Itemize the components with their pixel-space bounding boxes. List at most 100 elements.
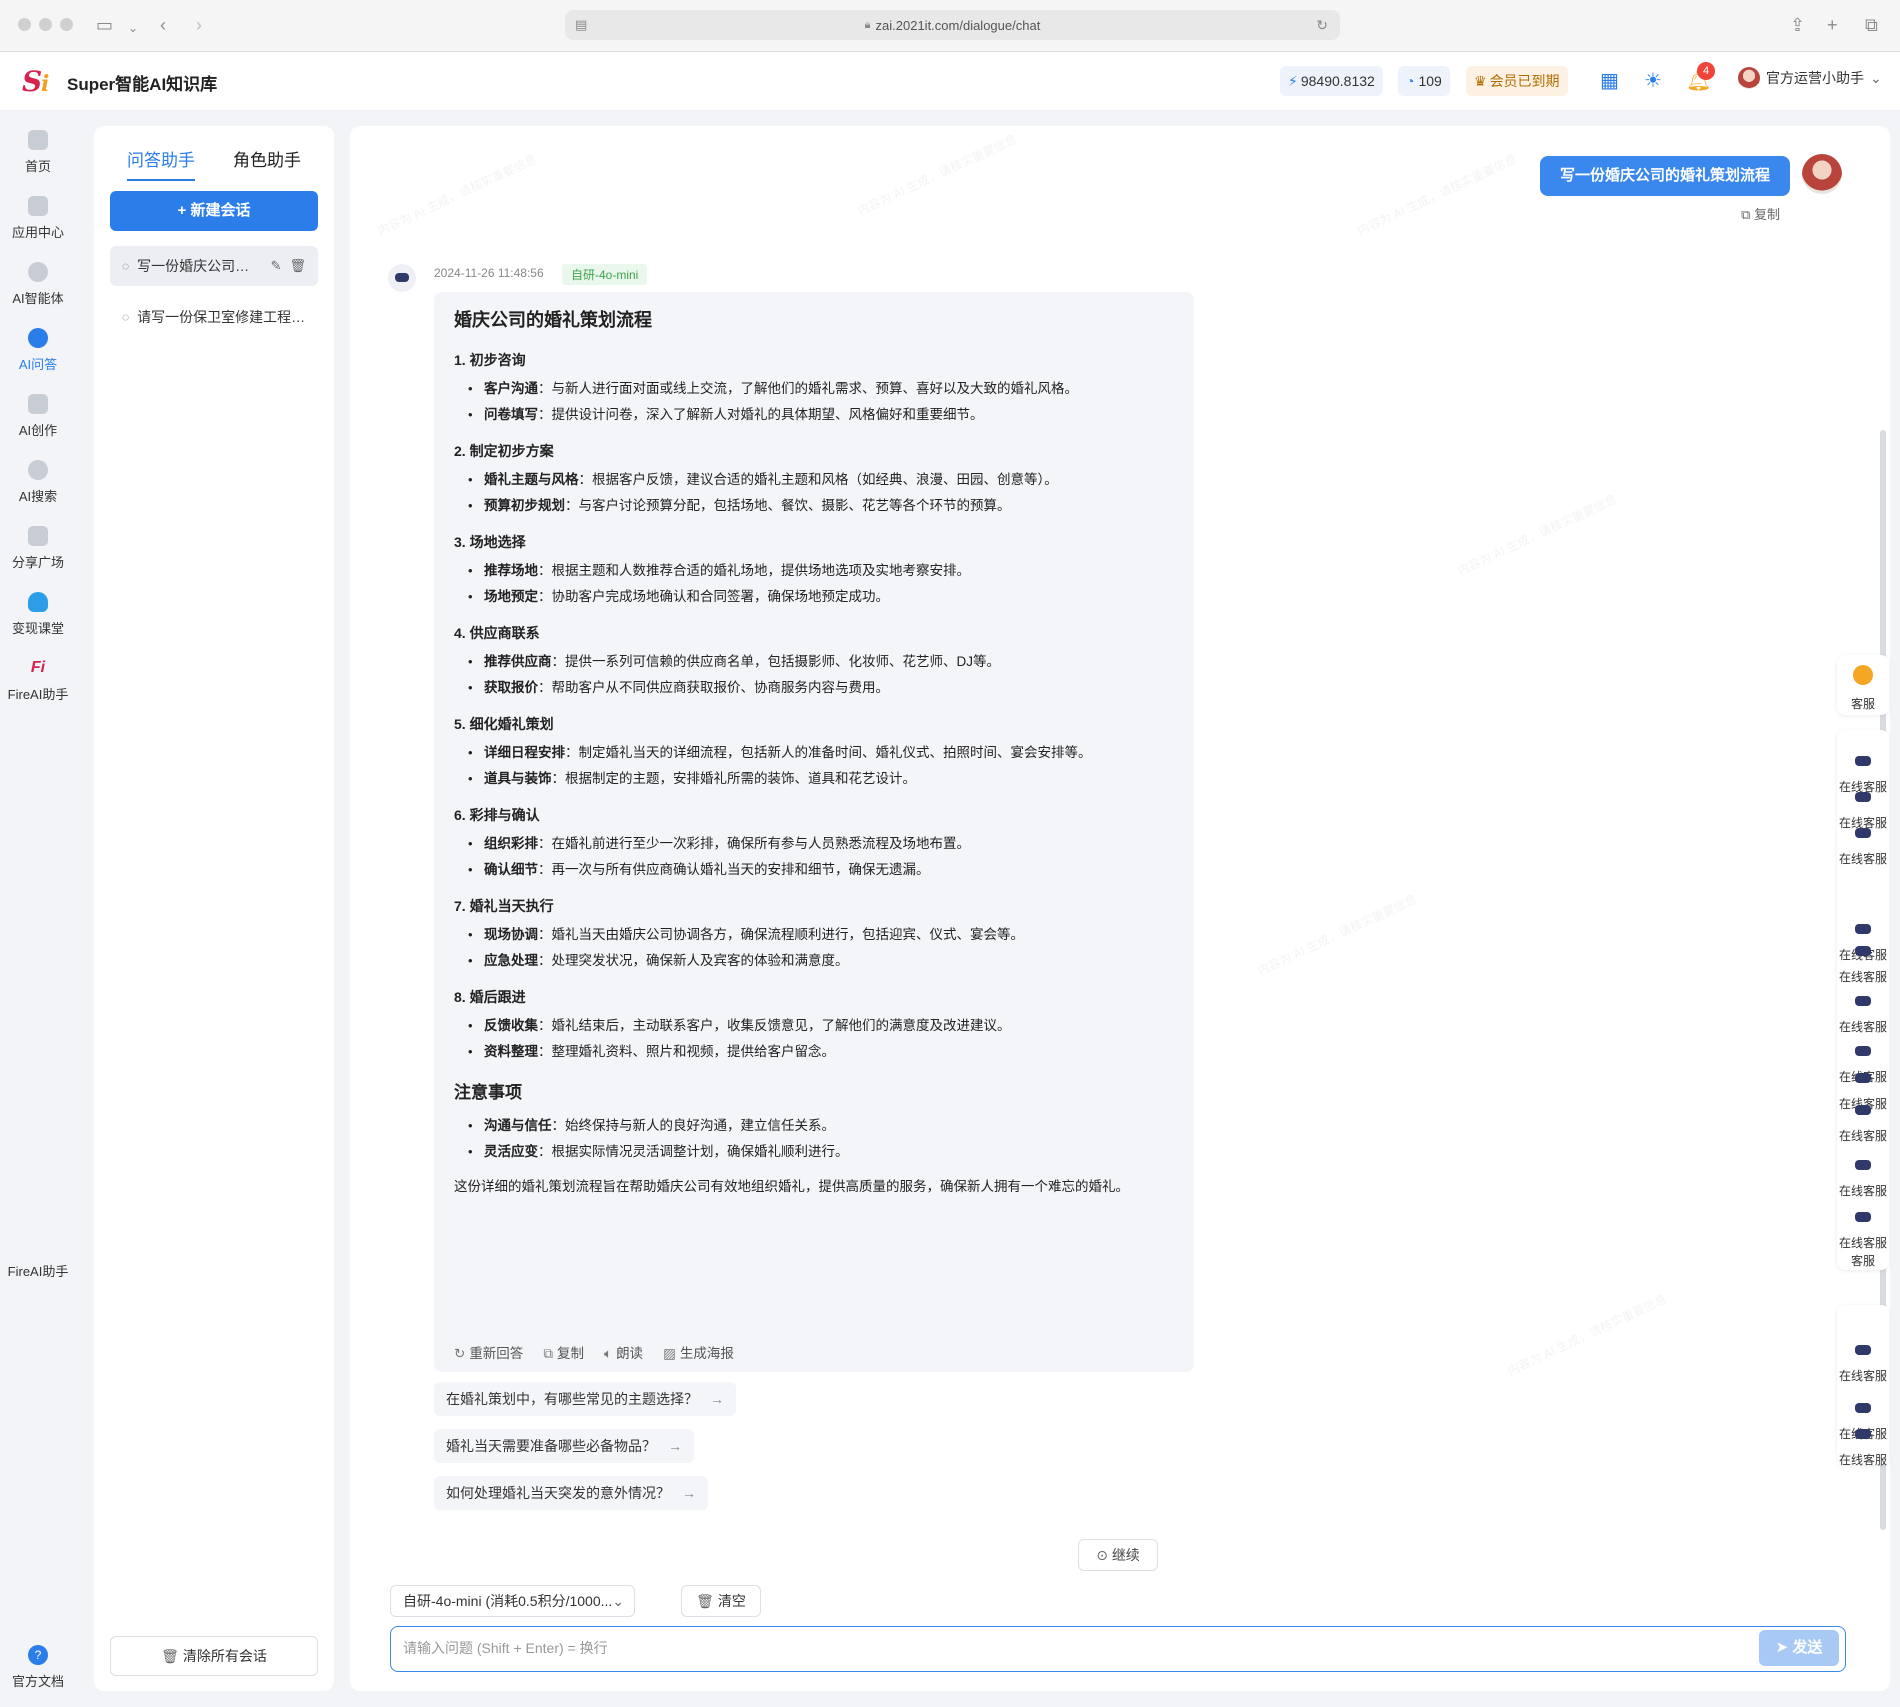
reload-icon[interactable]: ↻: [1316, 17, 1328, 34]
watermark: 内容为 AI 生成，请核实重要信息: [375, 151, 540, 239]
online-service-card[interactable]: 在线客服在线客服在线客服: [1837, 1305, 1889, 1467]
points-chip[interactable]: ⚡︎ 98490.8132: [1280, 66, 1383, 96]
delete-icon[interactable]: 🗑︎: [289, 258, 306, 274]
chat-main: 内容为 AI 生成，请核实重要信息 内容为 AI 生成，请核实重要信息 内容为 …: [350, 126, 1890, 1691]
service-label: 客服: [1850, 697, 1875, 711]
sidebar-toggle-icon[interactable]: ▭: [96, 14, 113, 36]
continue-label: 继续: [1111, 1547, 1140, 1563]
session-panel: 问答助手 角色助手 + 新建会话 ◌ 写一份婚庆公司的婚礼策划流程 ✎ 🗑︎ ◌…: [94, 126, 334, 1691]
nav-ai-search[interactable]: AI搜索: [0, 460, 76, 505]
bullet-term: 确认细节: [484, 862, 538, 877]
suggestion-chip[interactable]: 如何处理婚礼当天突发的意外情况？ →: [434, 1476, 708, 1510]
robot-icon: [1855, 1046, 1871, 1056]
watermark: 内容为 AI 生成，请核实重要信息: [855, 131, 1020, 219]
section-heading: 2. 制定初步方案: [454, 443, 554, 459]
bullet-term: 推荐供应商: [484, 654, 552, 669]
points-value: 98490.8132: [1300, 73, 1375, 89]
bullet-term: 客户沟通: [484, 381, 538, 396]
share-icon[interactable]: ⇪: [1790, 14, 1805, 36]
new-chat-button[interactable]: + 新建会话: [110, 191, 318, 231]
back-icon[interactable]: ‹: [160, 14, 166, 36]
session-item[interactable]: ◌ 请写一份保卫室修建工程方案: [110, 297, 318, 337]
watermark: 内容为 AI 生成，请核实重要信息: [1455, 491, 1620, 579]
suggestion-chip[interactable]: 婚礼当天需要准备哪些必备物品？ →: [434, 1429, 694, 1463]
new-tab-icon[interactable]: +: [1827, 14, 1838, 36]
session-item[interactable]: ◌ 写一份婚庆公司的婚礼策划流程 ✎ 🗑︎: [110, 246, 318, 286]
nav-fireai-extra[interactable]: FireAI助手: [0, 1261, 76, 1280]
nav-ai-agent[interactable]: AI智能体: [0, 262, 76, 307]
bullet-list: 婚礼主题与风格：根据客户反馈，建议合适的婚礼主题和风格（如经典、浪漫、田园、创意…: [468, 471, 1174, 514]
answer-actions: ↻ 重新回答 ⧉ 复制 🔈︎ 朗读 ▨ 生成海报: [454, 1342, 734, 1362]
refresh-icon: ↻: [454, 1346, 466, 1361]
copy-user-message-button[interactable]: ⧉ 复制: [1741, 204, 1780, 223]
copy-answer-button[interactable]: ⧉ 复制: [543, 1342, 584, 1362]
chat-bubble-icon: ◌: [122, 259, 130, 273]
nav-ai-create[interactable]: AI创作: [0, 394, 76, 439]
bullet-term: 详细日程安排: [484, 745, 565, 760]
bullet-term: 道具与装饰: [484, 771, 552, 786]
online-service-label: 在线客服: [1838, 1184, 1887, 1198]
bullet-term: 反馈收集: [484, 1018, 538, 1033]
nav-share-square[interactable]: 分享广场: [0, 526, 76, 571]
count-chip[interactable]: ◔ 109: [1398, 66, 1450, 96]
nav-app-center[interactable]: 应用中心: [0, 196, 76, 241]
help-icon: ?: [28, 1645, 48, 1665]
window-controls[interactable]: [18, 18, 73, 31]
section-heading: 1. 初步咨询: [454, 352, 526, 368]
session-title: 请写一份保卫室修建工程方案: [137, 309, 306, 325]
bullet-term: 婚礼主题与风格: [484, 472, 579, 487]
bullet-term: 沟通与信任: [484, 1118, 552, 1133]
online-service-label: 在线客服: [1838, 1453, 1887, 1467]
home-icon: [28, 130, 48, 150]
online-service-card[interactable]: 在线客服在线客服在线客服在线客服在线客服在线客服在线客服在线客服在线客服在线客服…: [1837, 730, 1889, 1270]
answer-bullet: 组织彩排：在婚礼前进行至少一次彩排，确保所有参与人员熟悉流程及场地布置。: [468, 835, 1174, 852]
svg-text:i: i: [41, 71, 49, 97]
svg-text:S: S: [22, 65, 42, 97]
bullet-text: ：提供设计问卷，深入了解新人对婚礼的具体期望、风格偏好和重要细节。: [538, 407, 984, 422]
bullet-term: 灵活应变: [484, 1144, 538, 1159]
nav-home[interactable]: 首页: [0, 130, 76, 175]
member-status-chip[interactable]: ♛ 会员已到期: [1466, 66, 1568, 96]
generate-poster-button[interactable]: ▨ 生成海报: [663, 1342, 734, 1362]
apps-grid-icon[interactable]: ▦: [1600, 69, 1619, 93]
clear-button[interactable]: 🗑︎ 清空: [681, 1585, 761, 1617]
nav-monetize-class[interactable]: 变现课堂: [0, 592, 76, 637]
regenerate-label: 重新回答: [469, 1346, 524, 1361]
question-input[interactable]: 请输入问题 (Shift + Enter) = 换行 ➤ 发送: [390, 1626, 1846, 1672]
avatar: [1802, 154, 1842, 194]
continue-button[interactable]: ⊙ 继续: [1078, 1539, 1158, 1571]
answer-bullet: 客户沟通：与新人进行面对面或线上交流，了解他们的婚礼需求、预算、喜好以及大致的婚…: [468, 380, 1174, 397]
user-menu[interactable]: 官方运营小助手 ⌄: [1738, 67, 1882, 89]
bullet-list: 详细日程安排：制定婚礼当天的详细流程，包括新人的准备时间、婚礼仪式、拍照时间、宴…: [468, 744, 1174, 787]
read-aloud-button[interactable]: 🔈︎ 朗读: [604, 1342, 643, 1362]
answer-bullet: 应急处理：处理突发状况，确保新人及宾客的体验和满意度。: [468, 952, 1174, 969]
nav-docs[interactable]: ? 官方文档: [0, 1645, 76, 1690]
app-header: S i Super智能AI知识库 ⚡︎ 98490.8132 ◔ 109 ♛ 会…: [0, 52, 1900, 110]
nav-label: 分享广场: [11, 555, 64, 570]
chevron-down-icon[interactable]: ⌄: [128, 17, 138, 39]
online-service-label: 在线客服: [1838, 970, 1887, 984]
robot-icon: [1855, 1212, 1871, 1222]
bullet-term: 资料整理: [484, 1044, 538, 1059]
forward-icon[interactable]: ›: [196, 14, 202, 36]
address-bar[interactable]: ▤ 🔒︎ zai.2021it.com/dialogue/chat ↻: [565, 10, 1340, 40]
fireai-logo-icon: Fi: [30, 659, 46, 676]
suggestion-text: 如何处理婚礼当天突发的意外情况？: [446, 1485, 670, 1501]
model-select[interactable]: 自研-4o-mini (消耗0.5积分/1000... ⌄: [390, 1585, 635, 1617]
regenerate-button[interactable]: ↻ 重新回答: [454, 1342, 523, 1362]
clear-all-sessions-button[interactable]: 🗑︎ 清除所有会话: [110, 1636, 318, 1676]
nav-ai-qa[interactable]: AI问答: [0, 328, 76, 373]
customer-service-card[interactable]: 客服: [1837, 655, 1889, 715]
chat-bubble-icon: ◌: [122, 310, 130, 324]
nav-fireai[interactable]: Fi FireAI助手: [0, 658, 76, 703]
robot-icon: [1855, 1105, 1871, 1115]
robot-icon: [1855, 996, 1871, 1006]
tab-role-assistant[interactable]: 角色助手: [233, 146, 301, 181]
send-button[interactable]: ➤ 发送: [1759, 1630, 1839, 1666]
tab-qa-assistant[interactable]: 问答助手: [127, 146, 195, 181]
theme-sun-icon[interactable]: ☀: [1644, 69, 1662, 93]
suggestion-chip[interactable]: 在婚礼策划中，有哪些常见的主题选择？ →: [434, 1382, 736, 1416]
tabs-overview-icon[interactable]: ⧉: [1865, 14, 1878, 36]
grid-icon: [28, 526, 48, 546]
edit-icon[interactable]: ✎: [271, 258, 282, 274]
